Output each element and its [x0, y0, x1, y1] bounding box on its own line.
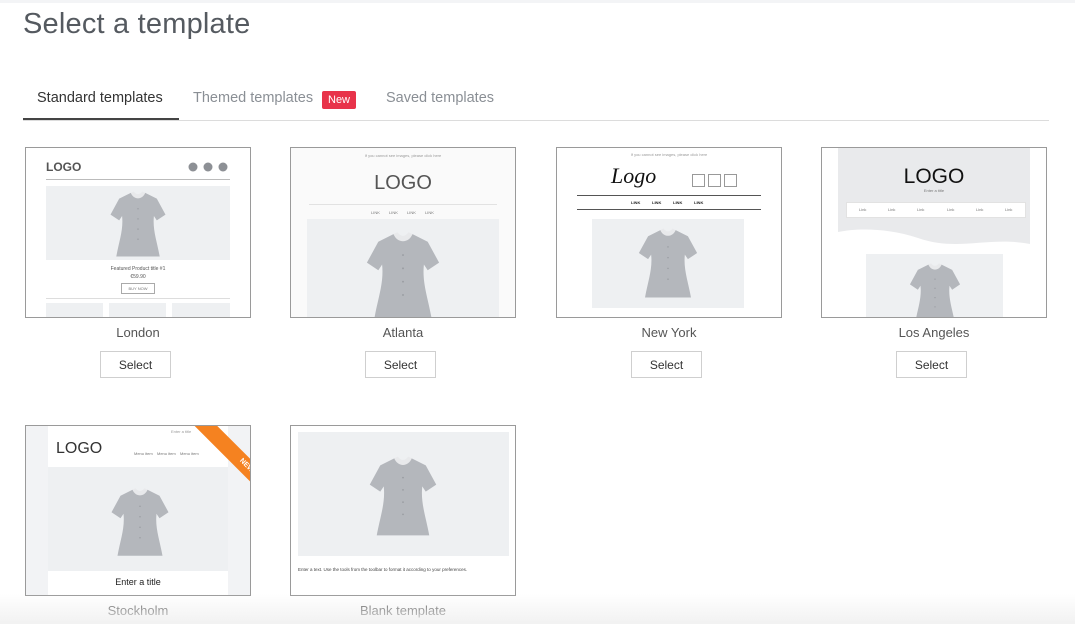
select-atlanta-button[interactable]: Select [365, 351, 436, 378]
active-tab-indicator [23, 118, 179, 120]
shirt-icon [110, 191, 166, 257]
header-note: If you cannot see images, please click h… [630, 152, 708, 157]
select-new-york-button[interactable]: Select [631, 351, 702, 378]
nav-link: LINK [673, 200, 683, 205]
select-london-button[interactable]: Select [100, 351, 171, 378]
hero-placeholder [298, 432, 509, 556]
hero-placeholder [592, 219, 744, 308]
hero-placeholder [46, 186, 230, 260]
shirt-icon [111, 488, 169, 556]
header-note: If you cannot see images, please click h… [364, 153, 442, 158]
product-placeholder [109, 303, 166, 317]
nav-link: LINK [694, 200, 704, 205]
template-logo: LOGO [903, 165, 965, 188]
nav-bar: Link Link Link Link Link Link [846, 202, 1026, 218]
template-name: Stockholm [107, 603, 169, 618]
template-subtitle: Enter a title [923, 188, 945, 193]
shirt-icon [909, 263, 961, 317]
template-name: New York [641, 325, 697, 340]
nav-link: LINK [389, 210, 398, 215]
nav-link: Menu item [157, 451, 176, 456]
top-border [0, 0, 1075, 3]
nav-link: LINK [631, 200, 641, 205]
nav-link: Link [947, 207, 955, 212]
googleplus-icon [203, 162, 213, 172]
hero-placeholder [866, 254, 1003, 317]
shirt-icon [366, 232, 440, 317]
template-name: London [116, 325, 160, 340]
nav-link: Link [917, 207, 925, 212]
social-icons [188, 162, 228, 172]
social-icons [692, 174, 737, 187]
nav-link: Link [859, 207, 867, 212]
template-logo: LOGO [374, 172, 432, 194]
template-name: Los Angeles [898, 325, 970, 340]
template-body-text: Enter a text. Use the tools from the too… [298, 567, 468, 572]
product-price: €59.90 [130, 274, 146, 280]
template-title-text: Enter a title [115, 577, 161, 587]
nav-link: LINK [425, 210, 434, 215]
shirt-icon [638, 228, 698, 298]
nav-link: Link [888, 207, 896, 212]
nav-link: Menu item [134, 451, 153, 456]
tab-standard-templates[interactable]: Standard templates [37, 90, 163, 106]
template-name: Blank template [360, 603, 446, 618]
template-tabs: Standard templates Themed templates New … [23, 80, 1049, 121]
new-ribbon: NEW [176, 426, 250, 524]
template-preview-new-york[interactable]: If you cannot see images, please click h… [556, 147, 782, 318]
product-placeholder [46, 303, 103, 317]
shirt-icon [369, 456, 437, 536]
template-preview-london[interactable]: LOGO Featured Product title #1 €59.90 BU… [25, 147, 251, 318]
new-badge: New [322, 91, 357, 109]
template-name: Atlanta [382, 325, 424, 340]
tab-saved-templates[interactable]: Saved templates [386, 90, 494, 106]
nav-link: LINK [371, 210, 380, 215]
tab-themed-templates[interactable]: Themed templates [193, 90, 313, 106]
twitter-icon [708, 174, 721, 187]
template-logo: Logo [611, 163, 657, 188]
page-title: Select a template [23, 8, 251, 40]
nav-link: LINK [652, 200, 662, 205]
select-los-angeles-button[interactable]: Select [896, 351, 967, 378]
hero-placeholder [307, 219, 499, 317]
nav-link: LINK [407, 210, 416, 215]
template-preview-stockholm[interactable]: Enter a title LOGO Menu item Menu item M… [25, 425, 251, 596]
template-logo: LOGO [56, 440, 103, 457]
twitter-icon [188, 162, 198, 172]
instagram-icon [724, 174, 737, 187]
facebook-icon [218, 162, 228, 172]
header-background [838, 148, 1030, 244]
template-preview-los-angeles[interactable]: LOGO Enter a title Link Link Link Link L… [821, 147, 1047, 318]
divider [46, 179, 230, 180]
facebook-icon [692, 174, 705, 187]
nav-link: Link [1005, 207, 1013, 212]
template-logo: LOGO [46, 160, 82, 174]
product-title: Featured Product title #1 [110, 266, 166, 272]
product-placeholder [172, 303, 230, 317]
nav-link: Link [976, 207, 984, 212]
buy-now-button: BUY NOW [121, 283, 155, 294]
template-preview-atlanta[interactable]: If you cannot see images, please click h… [290, 147, 516, 318]
template-preview-blank[interactable]: Enter a text. Use the tools from the too… [290, 425, 516, 596]
